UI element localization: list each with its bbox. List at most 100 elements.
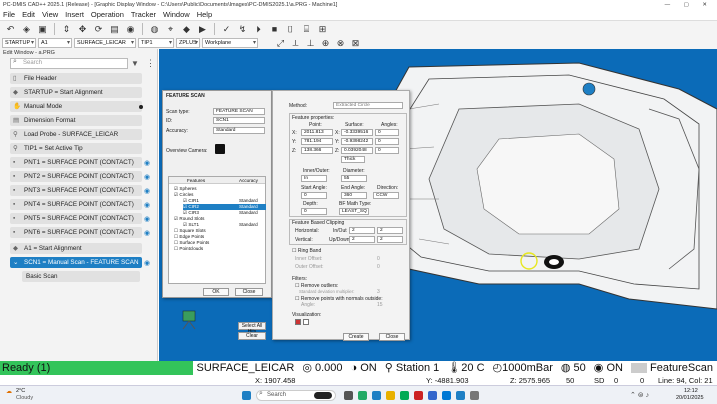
visibility-eye-icon[interactable]: ◉ (144, 259, 150, 267)
thickness-select[interactable]: Thick (341, 156, 365, 163)
command-pnt6[interactable]: ▪ PNT6 = SURFACE POINT (CONTACT) (10, 227, 142, 238)
surface-y-field[interactable]: -0.9398242 (341, 138, 373, 145)
fixture-icon[interactable]: ⊥ (304, 37, 317, 50)
execute-icon[interactable]: ▶ (196, 23, 209, 36)
close-button[interactable]: Close (235, 288, 263, 296)
workplane-select[interactable]: Workplane (202, 38, 258, 48)
point-x-field[interactable]: 2011.813 (301, 129, 333, 136)
solid-icon[interactable]: ◆ (180, 23, 193, 36)
app-icon-4[interactable] (470, 391, 479, 400)
scan-type-select[interactable]: FEATURE SCAN (213, 108, 265, 115)
play-icon[interactable]: ⏵ (252, 23, 265, 36)
tree-pointclouds[interactable]: ☐ Pointclouds (174, 246, 203, 252)
create-button[interactable]: Create (343, 333, 369, 341)
visibility-eye-icon[interactable]: ◉ (144, 187, 150, 195)
layout-icon[interactable]: ⊞ (316, 23, 329, 36)
id-field[interactable]: SCN1 (213, 117, 265, 124)
angle-x-field[interactable]: 0 (375, 129, 399, 136)
scanner-icon[interactable]: ⌸ (300, 23, 313, 36)
alignment-icon[interactable]: ⌖ (164, 23, 177, 36)
feature-tree[interactable]: Features Accuracy ☑ Spheres ☑ Circles ☑ … (168, 176, 266, 284)
visualization-toggle-icon[interactable] (303, 319, 309, 325)
start-angle-field[interactable]: 0 (301, 192, 327, 199)
menu-view[interactable]: View (42, 10, 58, 20)
select-all-hits-button[interactable]: Select All Hits (238, 322, 266, 335)
start-icon[interactable] (242, 391, 251, 400)
depth-field[interactable]: 0 (301, 208, 327, 215)
command-dimension-format[interactable]: ▤ Dimension Format (10, 115, 142, 126)
tip-select[interactable]: TIP1 (138, 38, 174, 48)
pcdmis-icon[interactable] (456, 391, 465, 400)
fit-icon[interactable]: ⤢ (274, 37, 287, 50)
direction-select[interactable]: CCW (373, 192, 399, 199)
visibility-eye-icon[interactable]: ◉ (144, 201, 150, 209)
move-icon[interactable]: ✥ (76, 23, 89, 36)
outlook-icon[interactable] (442, 391, 451, 400)
vertical-field-2[interactable]: 2 (377, 236, 403, 243)
explorer-icon[interactable] (386, 391, 395, 400)
command-scn1-feature-scan[interactable]: ⌄ SCN1 = Manual Scan - FEATURE SCAN (10, 257, 142, 268)
command-pnt4[interactable]: ▪ PNT4 = SURFACE POINT (CONTACT) (10, 199, 142, 210)
edge-icon[interactable] (372, 391, 381, 400)
camera-icon[interactable] (215, 144, 225, 154)
menu-insert[interactable]: Insert (65, 10, 84, 20)
zplus-select[interactable]: ZPLUS (176, 38, 200, 48)
end-angle-field[interactable]: 360 (341, 192, 367, 199)
probe-mode-icon[interactable]: ◈ (20, 23, 33, 36)
point-z-field[interactable]: 138.366 (301, 147, 333, 154)
check-icon[interactable]: ✓ (220, 23, 233, 36)
more-icon[interactable]: ⋮ (146, 58, 155, 69)
cursor-icon[interactable]: ⇕ (60, 23, 73, 36)
visibility-eye-icon[interactable]: ◉ (144, 159, 150, 167)
horizontal-field[interactable]: 2 (349, 227, 375, 234)
copilot-icon[interactable] (314, 392, 332, 399)
app-icon-3[interactable] (414, 391, 423, 400)
task-view-icon[interactable] (344, 391, 353, 400)
command-basic-scan[interactable]: Basic Scan (22, 271, 140, 282)
command-file-header[interactable]: ▯ File Header (10, 73, 142, 84)
inner-outer-select[interactable]: In (301, 175, 327, 182)
vertical-field[interactable]: 2 (349, 236, 375, 243)
ring-band-checkbox[interactable]: ☐ Ring Band (292, 248, 321, 254)
command-pnt2[interactable]: ▪ PNT2 = SURFACE POINT (CONTACT) (10, 171, 142, 182)
method-select[interactable]: Extracted Circle (333, 102, 403, 109)
zoom-icon[interactable]: ⊕ (319, 37, 332, 50)
surface-x-field[interactable]: -0.3339516 (341, 129, 373, 136)
close-dialog-button[interactable]: Close (379, 333, 405, 341)
view-icon[interactable]: ◉ (124, 23, 137, 36)
bf-math-select[interactable]: LEAST_SQ (339, 208, 369, 215)
visibility-eye-icon[interactable]: ◉ (144, 215, 150, 223)
tray-icons[interactable]: ⌃ ⊜ ♪ (630, 391, 649, 399)
command-load-probe[interactable]: ⚲ Load Probe - SURFACE_LEICAR (10, 129, 142, 140)
visibility-eye-icon[interactable]: ◉ (144, 229, 150, 237)
angle-z-field[interactable]: 0 (375, 147, 399, 154)
clear-button[interactable]: Clear (238, 332, 266, 340)
undo-icon[interactable]: ↶ (4, 23, 17, 36)
diameter-field[interactable]: 55 (341, 175, 367, 182)
search-input[interactable]: Search (10, 58, 128, 69)
angle-y-field[interactable]: 0 (375, 138, 399, 145)
camera-icon[interactable]: ⌷ (284, 23, 297, 36)
app-icon-1[interactable] (358, 391, 367, 400)
command-pnt1[interactable]: ▪ PNT1 = SURFACE POINT (CONTACT) (10, 157, 142, 168)
probe-select[interactable]: SURFACE_LEICAR (74, 38, 136, 48)
horizontal-field-2[interactable]: 2 (377, 227, 403, 234)
command-set-tip[interactable]: ⚲ TIP1 = Set Active Tip (10, 143, 142, 154)
command-a1-alignment[interactable]: ◆ A1 = Start Alignment (10, 243, 142, 254)
accuracy-select[interactable]: Standard (213, 127, 265, 134)
alignment-select[interactable]: A1 (38, 38, 72, 48)
menu-operation[interactable]: Operation (91, 10, 124, 20)
grid-icon[interactable]: ⊠ (349, 37, 362, 50)
scan-icon[interactable]: ◍ (148, 23, 161, 36)
orient-icon[interactable]: ⊗ (334, 37, 347, 50)
surface-z-field[interactable]: 0.0392048 (341, 147, 373, 154)
weather-icon[interactable]: ☁ (6, 388, 12, 395)
menu-help[interactable]: Help (197, 10, 212, 20)
flow-icon[interactable]: ↯ (236, 23, 249, 36)
filter-icon[interactable]: ▼ (131, 59, 139, 68)
command-manual-mode[interactable]: ✋ Manual Mode (10, 101, 143, 112)
menu-tracker[interactable]: Tracker (131, 10, 156, 20)
command-startup[interactable]: ◆ STARTUP = Start Alignment (10, 87, 142, 98)
visualization-color-icon[interactable] (295, 319, 301, 325)
menu-window[interactable]: Window (163, 10, 190, 20)
